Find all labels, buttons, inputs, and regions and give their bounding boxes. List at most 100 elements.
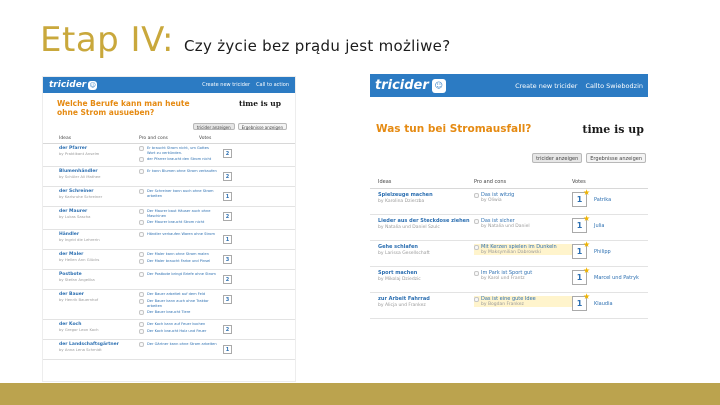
pro-item[interactable]: Der Postbote bringt Briefe ohne Strom [139,272,217,277]
time-up-label: time is up [582,123,644,136]
tricider-nav: Create new tricider Call to action [196,82,289,88]
pro-text: Der Gärtner kann ohne Strom arbeiten [147,342,217,346]
tricider-logo[interactable]: tricider ☺ [49,80,98,90]
idea-cell: der Bauer by Henrik Bauernhof [59,292,139,317]
table-row: der Maurer by Lukas Sascha Der Maurer baut… [43,207,295,230]
pros-cons-cell: Der Postbote bringt Briefe ohne Strom [139,272,217,287]
nav-create-link[interactable]: Create new tricider [515,82,577,90]
question-title: Welche Berufe kann man heute ohne Strom … [57,99,190,117]
plus-icon [139,342,144,347]
nav-create-link[interactable]: Create new tricider [202,82,250,88]
action-buttons: tricider anzeigen Ergebnisse anzeigen [370,136,648,163]
plus-icon [139,209,144,214]
nav-second-link[interactable]: Callto Swiebodzin [585,82,643,90]
pros-cons-cell: Der Maler kann ohne Strom malen Der Maler… [139,252,217,267]
tricider-logo-text: tricider [49,80,87,90]
vote-cell: 1 ★ Philipp [572,240,611,259]
show-results-button[interactable]: Ergebnisse anzeigen [237,123,287,130]
vote-button[interactable]: 2 [223,275,232,284]
table-row: Gehe schlafen by Larissa Gesellschaft Mit … [370,240,648,267]
idea-cell: der Maler by Hellen Ann Glücks [59,252,139,267]
question-row: Was tun bei Stromausfall? time is up [370,97,648,136]
vote-button[interactable]: 2 [223,149,232,158]
idea-title[interactable]: Gehe schlafen [378,244,474,250]
vote-button[interactable]: 2 [223,212,232,221]
pros-cons-cell: Das ist sicher by Natalia und Daniel [474,218,572,229]
idea-title[interactable]: Sport machen [378,270,474,276]
star-icon: ★ [583,214,591,223]
tricider-logo-badge-icon: ☺ [431,78,446,93]
pros-cons-cell: Das ist witzig by Oliwia [474,192,572,203]
pro-item[interactable]: Der Maler kann ohne Strom malen [139,252,217,257]
star-icon: ★ [583,188,591,197]
pro-item[interactable]: Händler verkaufen Waren ohne Strom [139,232,217,237]
col-ideas: Ideas [59,136,72,141]
ideas-list: der Pfarrer by Praktikant Anselm Er brauch… [43,144,295,360]
idea-title[interactable]: Spielzeuge machen [378,192,474,198]
idea-author: by Alicja und Frankez [378,303,426,308]
idea-author: by Larissa Gesellschaft [378,251,430,256]
pro-author: by Maksymilian Dabrowski [481,250,541,255]
table-row: der Schreiner by Karlsruhe Schreiner Der S… [43,187,295,207]
idea-cell: Sport machen by Mikolaj Dziedzic [378,270,474,282]
idea-cell: Lieder aus der Steckdose ziehen by Natali… [378,218,474,230]
table-row: Postbote by Stefan Angelika Der Postbote b… [43,270,295,290]
idea-author: by Lukas Sascha [59,214,91,219]
idea-cell: Gehe schlafen by Larissa Gesellschaft [378,244,474,256]
show-tricider-button[interactable]: tricider anzeigen [192,123,235,130]
pro-item[interactable]: Der Maler braucht Farbe und Pinsel [139,259,217,264]
table-row: Sport machen by Mikolaj Dziedzic Im Park i… [370,266,648,293]
pro-item[interactable]: Der Bauer braucht Tiere [139,310,217,315]
plus-icon [474,193,479,198]
idea-author: by Anna Lena Schmidt [59,347,102,352]
idea-cell: der Maurer by Lukas Sascha [59,209,139,227]
idea-author: by Natalia und Daniel Szulc [378,225,440,230]
idea-title[interactable]: zur Arbeit Fahrrad [378,296,474,302]
pro-text: Der Koch kann auf Feuer kochen [147,322,206,326]
pro-item[interactable]: Der Maurer braucht Strom nicht [139,220,217,225]
tricider-nav: Create new tricider Callto Swiebodzin [507,82,643,90]
vote-button[interactable]: 2 [223,325,232,334]
show-tricider-button[interactable]: tricider anzeigen [532,153,583,163]
idea-cell: der Koch by Gregor Leon Koch [59,322,139,337]
idea-author: by Ingrid die Lehrerin [59,237,100,242]
tricider-header: tricider ☺ Create new tricider Call to a… [43,77,295,93]
pro-item[interactable]: Der Bauer kann auch ohne Traktor arbeite… [139,299,217,308]
col-pros-cons: Pro and cons [474,179,507,185]
slide-subtitle: Czy życie bez prądu jest możliwe? [184,37,451,55]
vote-button[interactable]: 3 [223,295,232,304]
idea-title[interactable]: Lieder aus der Steckdose ziehen [378,218,474,224]
plus-icon [474,245,479,250]
idea-author: by Mikolaj Dziedzic [378,277,421,282]
plus-icon [139,329,144,334]
tricider-logo[interactable]: tricider ☺ [375,78,446,93]
pros-cons-cell: Das ist eine gute Idee by Bogdan Frankez [474,296,572,307]
pro-item[interactable]: Der Bauer arbeitet auf dem Feld [139,292,217,297]
plus-icon [139,169,144,174]
voter-name: Julia [594,222,605,229]
pro-item[interactable]: Der Koch kann auf Feuer kochen [139,322,217,327]
vote-button[interactable]: 2 [223,172,232,181]
nav-second-link[interactable]: Call to action [256,82,289,88]
vote-button[interactable]: 1 [223,345,232,354]
pro-text: Der Maler kann ohne Strom malen [147,252,209,256]
pros-cons-cell: Mit Kerzen spielen im Dunkeln by Maksymil… [474,244,572,255]
pro-item[interactable]: Er braucht Strom nicht, um Gottes Wort z… [139,146,217,155]
voter-name: Marcel und Patryk [594,274,639,281]
show-results-button[interactable]: Ergebnisse anzeigen [586,153,646,163]
vote-button[interactable]: 3 [223,255,232,264]
pro-item[interactable]: Der Schreiner kann auch ohne Strom arbei… [139,189,217,198]
pro-item[interactable]: Der Gärtner kann ohne Strom arbeiten [139,342,217,347]
vote-button[interactable]: 1 [223,235,232,244]
pro-item[interactable]: Er kann Blumen ohne Strom verkaufen [139,169,217,174]
pro-item[interactable]: der Pfarrer braucht den Strom nicht [139,157,217,162]
pro-item[interactable]: Der Koch braucht Holz und Feuer [139,329,217,334]
plus-icon [139,322,144,327]
pro-text: Er braucht Strom nicht, um Gottes Wort z… [147,146,209,155]
left-tricider-screenshot: tricider ☺ Create new tricider Call to a… [42,76,296,382]
pro-text: Der Maler braucht Farbe und Pinsel [147,259,211,263]
plus-icon [139,292,144,297]
pro-item[interactable]: Der Maurer baut Häuser auch ohne Maschin… [139,209,217,218]
table-row: Händler by Ingrid die Lehrerin Händler ver… [43,230,295,250]
vote-button[interactable]: 1 [223,192,232,201]
